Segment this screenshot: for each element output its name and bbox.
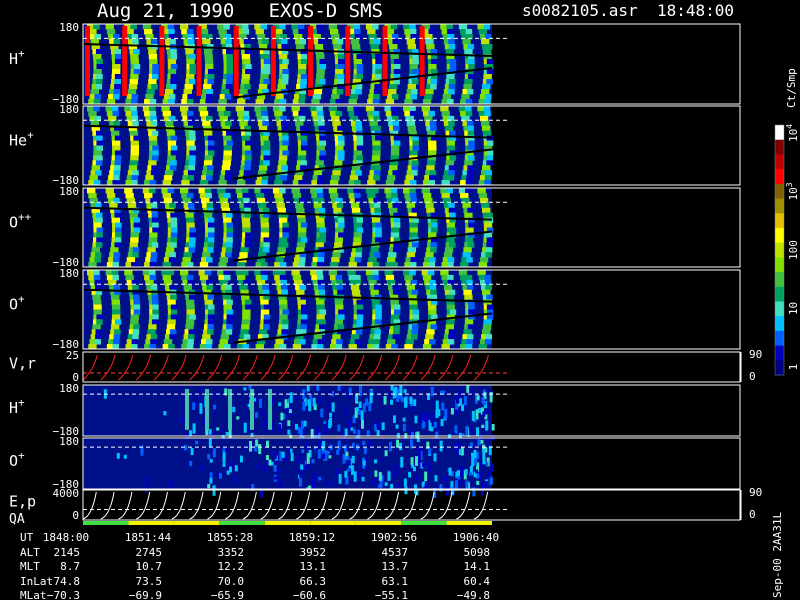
panel-6-ymax: 180 [59,435,79,448]
ephemeris-cell: 73.5 [136,575,163,588]
colorbar-swatch [775,286,784,302]
colorbar-swatch [775,213,784,229]
qa-segment [264,521,311,525]
panel-1-plot [82,106,508,186]
panel-7-right-max: 90 [749,486,762,499]
ephemeris-cell: −69.9 [129,589,162,600]
qa-segment [219,521,265,525]
ephemeris-cell: 1848:00 [43,531,89,544]
panel-0-ymax: 180 [59,21,79,34]
panel-7-ymax: 4000 [53,487,80,500]
colorbar-swatch [775,198,784,214]
panel-3-ymax: 180 [59,267,79,280]
ephemeris-cell: 2745 [136,546,163,559]
ephemeris-cell: 70.0 [218,575,245,588]
ephemeris-cell: −65.9 [211,589,244,600]
ephemeris-row-label: MLat [20,589,47,600]
ephemeris-cell: 3952 [300,546,327,559]
colorbar-tick: 1 [787,364,800,371]
ephemeris-cell: 14.1 [464,560,491,573]
panel-1-ymax: 180 [59,103,79,116]
colorbar-swatch [775,183,784,200]
panel-5-ymax: 180 [59,382,79,395]
qa-segment [173,521,220,525]
colorbar-swatch [775,169,784,185]
colorbar-tick: 100 [787,240,800,260]
ephemeris-cell: 13.7 [382,560,409,573]
panel-4-right-max: 90 [749,348,762,361]
ephemeris-cell: 13.1 [300,560,327,573]
colorbar-swatch [775,227,784,244]
colorbar-swatch [775,345,784,361]
qa-segment [128,521,174,525]
colorbar-swatch [775,301,784,317]
footer-label: Sep-00 2AA31L [771,512,784,598]
colorbar-swatch [775,316,784,332]
ephemeris-cell: 1851:44 [125,531,172,544]
ephemeris-cell: 5098 [464,546,491,559]
ephemeris-cell: 74.8 [54,575,81,588]
panel-7-ymin: 0 [72,509,79,522]
qa-segment [83,521,129,525]
ephemeris-cell: 63.1 [382,575,409,588]
ephemeris-cell: 60.4 [464,575,491,588]
sms-spectrogram-chart: 180−180H+180−180He+180−180O++180−180O+25… [0,0,800,600]
colorbar-swatch [775,125,784,141]
colorbar-tick: 10 [787,302,800,315]
chart-title: Aug 21, 1990 EXOS-D SMS [97,0,383,22]
panel-3-plot [82,270,508,350]
colorbar-swatch [775,257,784,273]
panel-7-right-min: 0 [749,508,756,521]
panel-7-species-label: E,p [9,493,36,511]
ephemeris-cell: 8.7 [60,560,80,573]
ephemeris-row-label: UT [20,531,34,544]
ephemeris-row-label: ALT [20,546,40,559]
qa-segment [355,521,402,525]
qa-segment [446,521,492,525]
colorbar-swatch [775,139,784,155]
qa-segment [310,521,356,525]
panel-4-ymax: 25 [66,349,79,362]
ephemeris-cell: 1902:56 [371,531,417,544]
colorbar-swatch [775,242,784,258]
ephemeris-cell: 12.2 [218,560,245,573]
qa-segment [401,521,447,525]
ephemeris-cell: 4537 [382,546,409,559]
ephemeris-row-label: InLat [20,575,53,588]
colorbar-swatch [775,154,784,170]
ephemeris-cell: 2145 [54,546,81,559]
panel-2-plot [82,188,508,268]
ephemeris-cell: 1906:40 [453,531,499,544]
ephemeris-cell: 66.3 [300,575,327,588]
colorbar-swatch [775,360,784,376]
panel-2-ymax: 180 [59,185,79,198]
panel-4-species-label: V,r [9,355,36,373]
ephemeris-cell: 1855:28 [207,531,253,544]
ephemeris-cell: −49.8 [457,589,490,600]
ephemeris-cell: 1859:12 [289,531,335,544]
ephemeris-cell: −70.3 [47,589,80,600]
ephemeris-cell: −55.1 [375,589,408,600]
qa-label: QA [9,512,25,527]
colorbar-swatch [775,272,784,288]
time-label: 18:48:00 [657,1,734,20]
panel-4-right-min: 0 [749,370,756,383]
ephemeris-cell: 10.7 [136,560,163,573]
file-label: s0082105.asr [522,1,638,20]
ephemeris-row-label: MLT [20,560,40,573]
colorbar-swatch [775,330,784,347]
panel-0-plot [82,24,508,105]
colorbar-unit: Ct/Smp [785,68,798,108]
ephemeris-cell: −60.6 [293,589,326,600]
ephemeris-cell: 3352 [218,546,245,559]
